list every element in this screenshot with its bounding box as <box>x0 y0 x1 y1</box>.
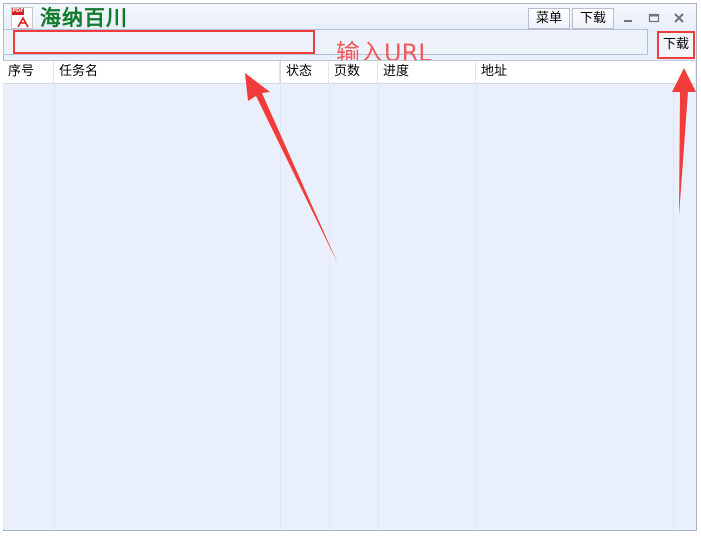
close-icon[interactable] <box>671 10 687 26</box>
url-bar <box>3 29 648 55</box>
download-button[interactable]: 下载 <box>657 31 695 59</box>
maximize-icon[interactable] <box>646 10 662 26</box>
app-title: 海纳百川 <box>40 5 128 30</box>
table-header: 序号 任务名 状态 页数 进度 地址 <box>3 61 695 84</box>
pdf-app-icon: PDF <box>11 7 33 29</box>
column-header-progress[interactable]: 进度 <box>378 61 476 83</box>
menu-button[interactable]: 菜单 <box>528 8 570 29</box>
url-input[interactable] <box>13 30 315 54</box>
column-header-task-name[interactable]: 任务名 <box>54 61 280 83</box>
table-body[interactable] <box>3 84 695 529</box>
pdf-tag: PDF <box>12 8 24 15</box>
column-header-status[interactable]: 状态 <box>280 61 329 83</box>
title-bar[interactable]: PDF 海纳百川 菜单 下载 <box>4 4 696 32</box>
column-header-address[interactable]: 地址 <box>476 61 695 83</box>
title-download-button[interactable]: 下载 <box>572 8 614 29</box>
column-header-pages[interactable]: 页数 <box>329 61 378 83</box>
minimize-icon[interactable] <box>620 10 636 26</box>
task-table: 序号 任务名 状态 页数 进度 地址 <box>3 60 695 529</box>
column-header-index[interactable]: 序号 <box>3 61 54 83</box>
